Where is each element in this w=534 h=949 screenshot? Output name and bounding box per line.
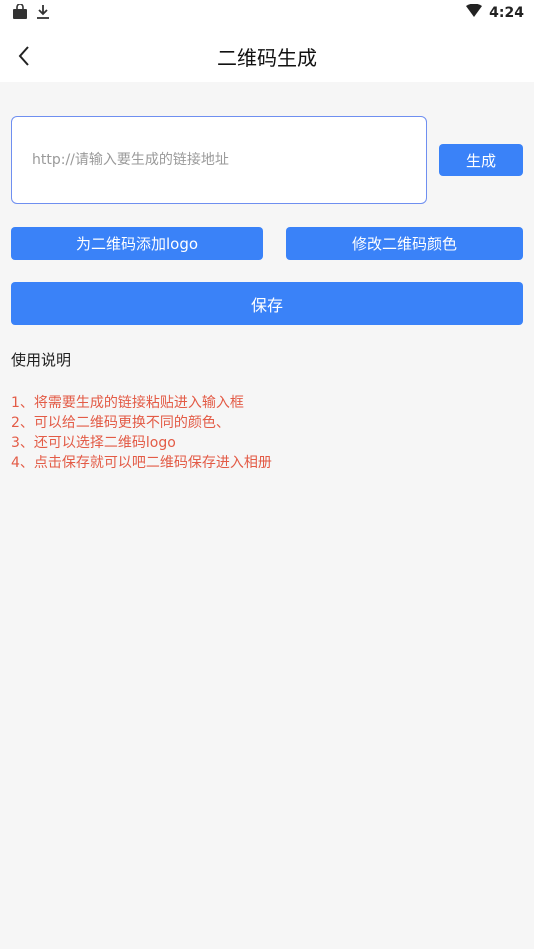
status-time: 4:24 <box>489 5 524 21</box>
nav-bar: 二维码生成 <box>0 30 534 82</box>
add-logo-button[interactable]: 为二维码添加logo <box>11 227 263 260</box>
status-icons-right: 4:24 <box>465 3 524 22</box>
wifi-icon <box>465 3 483 22</box>
generate-button[interactable]: 生成 <box>439 144 523 176</box>
instruction-item: 4、点击保存就可以吧二维码保存进入相册 <box>11 455 272 471</box>
download-icon <box>36 4 50 24</box>
status-icons-left <box>12 3 50 24</box>
page-title: 二维码生成 <box>217 46 317 70</box>
shopping-bag-icon <box>12 3 28 24</box>
url-input[interactable] <box>11 116 427 204</box>
instruction-item: 3、还可以选择二维码logo <box>11 435 176 451</box>
instruction-item: 2、可以给二维码更换不同的颜色、 <box>11 415 230 431</box>
status-bar: 4:24 <box>0 0 534 30</box>
save-button[interactable]: 保存 <box>11 282 523 325</box>
change-color-button[interactable]: 修改二维码颜色 <box>286 227 523 260</box>
instructions-title: 使用说明 <box>11 351 72 369</box>
instructions-list: 1、将需要生成的链接粘贴进入输入框 2、可以给二维码更换不同的颜色、 3、还可以… <box>11 393 272 473</box>
instruction-item: 1、将需要生成的链接粘贴进入输入框 <box>11 395 244 411</box>
